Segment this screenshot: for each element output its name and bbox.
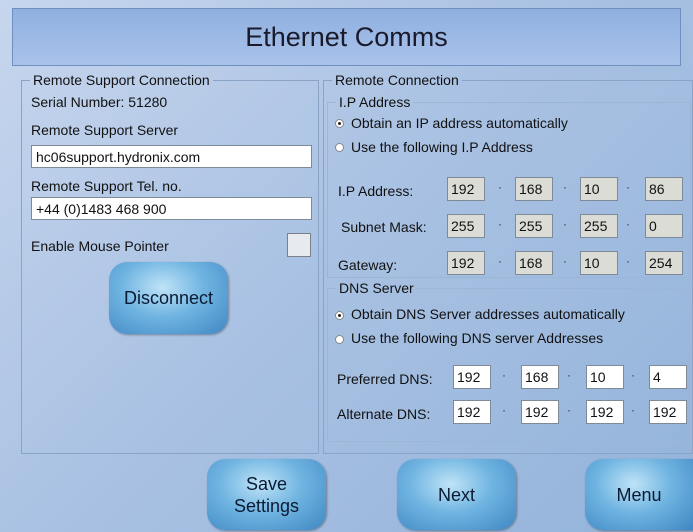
alternate-dns-sep: · [631, 403, 635, 417]
preferred-dns-sep: · [502, 368, 506, 382]
preferred-dns-sep: · [631, 368, 635, 382]
dns-manual-radio[interactable] [335, 335, 344, 344]
subnet-label: Subnet Mask: [341, 219, 427, 235]
gateway-octet-4[interactable]: 254 [645, 251, 683, 275]
dns-auto-radio[interactable] [335, 311, 344, 320]
tel-input[interactable]: +44 (0)1483 468 900 [31, 197, 312, 220]
preferred-dns-octet-1[interactable]: 192 [453, 365, 491, 389]
preferred-dns-label: Preferred DNS: [337, 371, 433, 387]
alternate-dns-octet-2[interactable]: 192 [521, 400, 559, 424]
disconnect-button[interactable]: Disconnect [109, 262, 228, 334]
preferred-dns-octet-2[interactable]: 168 [521, 365, 559, 389]
ip-octet-2[interactable]: 168 [515, 177, 553, 201]
gateway-sep: · [563, 254, 567, 268]
subnet-octet-4[interactable]: 0 [645, 214, 683, 238]
save-settings-button[interactable]: Save Settings [207, 459, 326, 530]
gateway-octet-1[interactable]: 192 [447, 251, 485, 275]
alternate-dns-label: Alternate DNS: [337, 406, 431, 422]
alternate-dns-octet-1[interactable]: 192 [453, 400, 491, 424]
subnet-octet-3[interactable]: 255 [580, 214, 618, 238]
ip-octet-1[interactable]: 192 [447, 177, 485, 201]
dns-group-legend: DNS Server [339, 280, 414, 296]
page-title: Ethernet Comms [12, 8, 681, 66]
dns-manual-label[interactable]: Use the following DNS server Addresses [351, 330, 603, 346]
alternate-dns-octet-3[interactable]: 192 [586, 400, 624, 424]
mouse-pointer-label: Enable Mouse Pointer [31, 238, 169, 254]
gateway-sep: · [498, 254, 502, 268]
subnet-sep: · [563, 217, 567, 231]
ip-manual-label[interactable]: Use the following I.P Address [351, 139, 533, 155]
alternate-dns-octet-4[interactable]: 192 [649, 400, 687, 424]
ip-octet-4[interactable]: 86 [645, 177, 683, 201]
preferred-dns-sep: · [567, 368, 571, 382]
dns-auto-label[interactable]: Obtain DNS Server addresses automaticall… [351, 306, 625, 322]
gateway-octet-3[interactable]: 10 [580, 251, 618, 275]
gateway-label: Gateway: [338, 257, 398, 273]
menu-button[interactable]: Menu [585, 459, 693, 530]
ip-address-label: I.P Address: [338, 183, 414, 199]
server-input[interactable]: hc06support.hydronix.com [31, 145, 312, 168]
ip-octet-3[interactable]: 10 [580, 177, 618, 201]
alternate-dns-sep: · [567, 403, 571, 417]
gateway-octet-2[interactable]: 168 [515, 251, 553, 275]
ip-manual-radio[interactable] [335, 143, 344, 152]
ip-sep: · [563, 180, 567, 194]
ip-group-legend: I.P Address [339, 94, 411, 110]
alternate-dns-sep: · [502, 403, 506, 417]
next-button[interactable]: Next [397, 459, 516, 530]
ip-sep: · [626, 180, 630, 194]
server-label: Remote Support Server [31, 122, 179, 138]
gateway-sep: · [626, 254, 630, 268]
tel-label: Remote Support Tel. no. [31, 178, 182, 194]
subnet-octet-1[interactable]: 255 [447, 214, 485, 238]
serial-number: Serial Number: 51280 [31, 94, 168, 110]
subnet-sep: · [498, 217, 502, 231]
subnet-octet-2[interactable]: 255 [515, 214, 553, 238]
ip-auto-label[interactable]: Obtain an IP address automatically [351, 115, 568, 131]
subnet-sep: · [626, 217, 630, 231]
remote-connection-legend: Remote Connection [335, 72, 459, 88]
preferred-dns-octet-3[interactable]: 10 [586, 365, 624, 389]
mouse-pointer-checkbox[interactable] [287, 233, 311, 257]
ip-auto-radio[interactable] [335, 119, 344, 128]
ip-sep: · [498, 180, 502, 194]
preferred-dns-octet-4[interactable]: 4 [649, 365, 687, 389]
remote-support-legend: Remote Support Connection [33, 72, 210, 88]
